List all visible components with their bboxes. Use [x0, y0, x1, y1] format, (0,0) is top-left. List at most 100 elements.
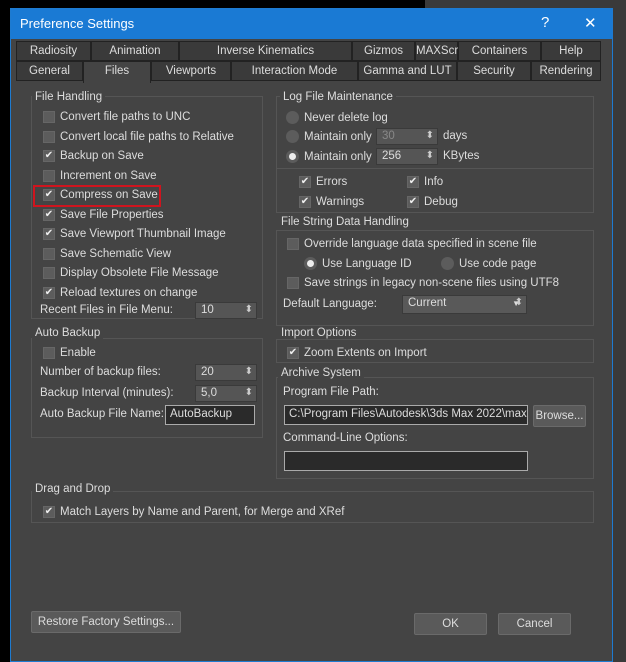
days-spinner[interactable]: 30 [376, 128, 438, 145]
checkbox-box: ✔ [43, 228, 55, 240]
file-handling-label: File Handling [32, 91, 106, 103]
close-button[interactable]: ✕ [584, 14, 597, 32]
checkbox-box: ✔ [43, 150, 55, 162]
file-handling-checkbox[interactable]: Display Obsolete File Message [43, 267, 219, 279]
num-backup-label: Number of backup files: [40, 366, 161, 378]
checkbox-box: ✔ [43, 208, 55, 221]
default-language-dropdown[interactable]: Current ▼ [402, 295, 527, 314]
log-label: Log File Maintenance [280, 91, 396, 103]
errors-checkbox[interactable]: ✔ Errors [299, 176, 347, 188]
file-handling-checkbox[interactable]: ✔ Reload textures on change [43, 286, 198, 299]
num-backup-spinner[interactable]: 20 [195, 364, 257, 381]
browse-button[interactable]: Browse... [533, 405, 586, 427]
use-language-id-label: Use Language ID [322, 257, 412, 270]
checkbox-box: ✔ [43, 286, 55, 299]
never-delete-radio[interactable]: Never delete log [286, 111, 388, 124]
tab-rendering[interactable]: Rendering [531, 61, 601, 81]
tab-gizmos[interactable]: Gizmos [352, 41, 415, 61]
highlight-box [33, 185, 161, 207]
file-handling-checkbox[interactable]: ✔ Save File Properties [43, 208, 164, 221]
checkbox-label: Save File Properties [60, 208, 164, 221]
default-language-label: Default Language: [283, 298, 377, 310]
backup-name-input[interactable]: AutoBackup [165, 405, 255, 425]
checkbox-label: Convert file paths to UNC [60, 111, 191, 123]
use-code-page-radio[interactable]: Use code page [441, 257, 536, 270]
checkbox-label: Increment on Save [60, 169, 157, 182]
kb-spinner[interactable]: 256 [376, 148, 438, 165]
legacy-utf8-checkbox[interactable]: Save strings in legacy non-scene files u… [287, 277, 559, 289]
cmd-options-input[interactable] [284, 451, 528, 471]
archive-label: Archive System [278, 367, 364, 379]
fsdh-label: File String Data Handling [278, 216, 412, 228]
import-label: Import Options [278, 327, 360, 339]
checkbox-box [43, 111, 55, 123]
checkbox-label: Display Obsolete File Message [60, 267, 219, 279]
file-handling-checkbox[interactable]: Convert file paths to UNC [43, 111, 190, 123]
chevron-down-icon: ▼ [512, 299, 520, 308]
recent-files-label: Recent Files in File Menu: [40, 304, 173, 316]
errors-label: Errors [316, 176, 348, 188]
checkbox-box [43, 130, 55, 143]
file-handling-checkbox[interactable]: ✔ Save Viewport Thumbnail Image [43, 228, 226, 240]
zoom-extents-checkbox[interactable]: ✔ Zoom Extents on Import [287, 347, 427, 359]
use-code-page-label: Use code page [459, 257, 537, 270]
warnings-checkbox[interactable]: ✔ Warnings [299, 196, 364, 208]
tab-security[interactable]: Security [457, 61, 531, 81]
program-path-input[interactable]: C:\Program Files\Autodesk\3ds Max 2022\m… [284, 405, 528, 425]
override-label: Override language data specified in scen… [304, 238, 537, 250]
match-layers-label: Match Layers by Name and Parent, for Mer… [60, 506, 345, 518]
backup-name-label: Auto Backup File Name: [40, 408, 165, 420]
restore-factory-button[interactable]: Restore Factory Settings... [31, 611, 181, 633]
file-handling-checkbox[interactable]: Save Schematic View [43, 247, 171, 260]
use-language-id-radio[interactable]: Use Language ID [304, 257, 412, 270]
dialog-title: Preference Settings [20, 16, 135, 31]
tab-viewports[interactable]: Viewports [151, 61, 231, 81]
tab-maxscript[interactable]: MAXScript [415, 41, 470, 61]
zoom-extents-label: Zoom Extents on Import [304, 347, 427, 359]
tab-general[interactable]: General [16, 61, 83, 81]
kb-label: KBytes [443, 150, 480, 162]
title-bar: Preference Settings ? ✕ [11, 9, 612, 39]
checkbox-box [43, 267, 55, 279]
override-checkbox[interactable]: Override language data specified in scen… [287, 238, 537, 250]
tab-interaction-mode[interactable]: Interaction Mode [231, 61, 358, 81]
default-language-value: Current [408, 297, 447, 309]
tab-animation[interactable]: Animation [91, 41, 179, 61]
checkbox-label: Reload textures on change [60, 286, 198, 299]
checkbox-box [43, 247, 55, 260]
checkbox-label: Backup on Save [60, 150, 144, 162]
days-label: days [443, 130, 468, 142]
tab-help[interactable]: Help [541, 41, 601, 61]
preference-settings-dialog: Preference Settings ? ✕ Radiosity Animati… [10, 8, 613, 662]
maintain-label: Maintain only [304, 130, 372, 143]
checkbox-box [43, 169, 55, 182]
tab-files[interactable]: Files [83, 61, 151, 83]
enable-label: Enable [60, 347, 96, 359]
debug-label: Debug [424, 196, 458, 208]
maintain-kb-radio[interactable]: Maintain only [286, 150, 372, 163]
checkbox-label: Save Viewport Thumbnail Image [60, 228, 226, 240]
help-button[interactable]: ? [541, 14, 549, 31]
checkbox-label: Convert local file paths to Relative [60, 130, 234, 143]
enable-checkbox[interactable]: Enable [43, 347, 96, 359]
maintain-days-radio[interactable]: Maintain only [286, 130, 372, 143]
match-layers-checkbox[interactable]: ✔ Match Layers by Name and Parent, for Me… [43, 506, 344, 518]
file-handling-checkbox[interactable]: Convert local file paths to Relative [43, 130, 234, 143]
tab-radiosity[interactable]: Radiosity [16, 41, 91, 61]
interval-spinner[interactable]: 5,0 [195, 385, 257, 402]
debug-checkbox[interactable]: ✔ Debug [407, 196, 458, 208]
info-label: Info [424, 176, 444, 188]
legacy-utf8-label: Save strings in legacy non-scene files u… [304, 277, 560, 289]
file-handling-checkbox[interactable]: ✔ Backup on Save [43, 150, 144, 162]
info-checkbox[interactable]: ✔ Info [407, 176, 443, 188]
tab-inverse-kinematics[interactable]: Inverse Kinematics [179, 41, 352, 61]
recent-files-spinner[interactable]: 10 [195, 302, 257, 319]
file-handling-checkbox[interactable]: Increment on Save [43, 169, 157, 182]
warnings-label: Warnings [316, 196, 365, 208]
tab-gamma-and-lut[interactable]: Gamma and LUT [358, 61, 457, 81]
interval-label: Backup Interval (minutes): [40, 387, 174, 399]
auto-backup-label: Auto Backup [32, 327, 104, 339]
tab-containers[interactable]: Containers [458, 41, 541, 61]
ok-button[interactable]: OK [414, 613, 487, 635]
cancel-button[interactable]: Cancel [498, 613, 571, 635]
